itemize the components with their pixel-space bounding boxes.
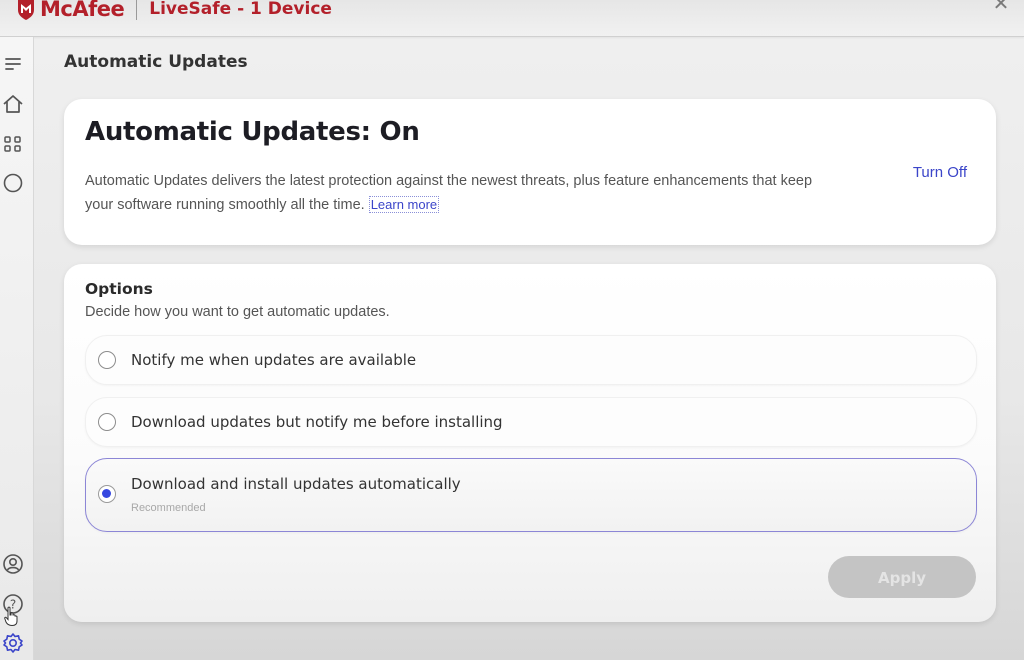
options-title: Options <box>85 280 153 298</box>
menu-icon <box>5 58 21 70</box>
option-download-notify[interactable]: Download updates but notify me before in… <box>85 397 977 447</box>
sidebar-item-settings[interactable] <box>2 632 24 654</box>
sidebar-item-apps[interactable] <box>2 133 24 155</box>
mcafee-shield-icon <box>18 0 34 20</box>
sidebar-item-account[interactable] <box>2 553 24 575</box>
option-label: Download updates but notify me before in… <box>131 413 503 431</box>
title-bar: McAfee LiveSafe - 1 Device ✕ <box>0 0 1024 37</box>
turn-off-button[interactable]: Turn Off <box>913 164 967 181</box>
gear-icon <box>3 633 23 653</box>
close-icon: ✕ <box>992 0 1010 15</box>
brand-name: McAfee <box>40 0 125 21</box>
sidebar-item-status[interactable] <box>2 172 24 194</box>
option-label: Notify me when updates are available <box>131 351 417 369</box>
status-circle-icon <box>3 173 23 193</box>
product-name: LiveSafe - 1 Device <box>149 0 332 19</box>
options-subtitle: Decide how you want to get automatic upd… <box>85 304 390 320</box>
options-card: Options Decide how you want to get autom… <box>64 264 996 622</box>
sidebar-item-home[interactable] <box>2 93 24 115</box>
radio-button-selected[interactable] <box>98 485 116 503</box>
sidebar: ? <box>0 37 34 660</box>
status-description: Automatic Updates delivers the latest pr… <box>85 169 825 217</box>
close-button[interactable]: ✕ <box>986 0 1016 14</box>
account-icon <box>3 554 23 574</box>
page-title: Automatic Updates <box>64 52 248 72</box>
radio-button[interactable] <box>98 351 116 369</box>
brand-divider <box>136 0 138 20</box>
learn-more-link[interactable]: Learn more <box>368 196 440 213</box>
apps-grid-icon <box>4 136 21 152</box>
sidebar-item-menu[interactable] <box>2 53 24 75</box>
home-icon <box>3 95 23 113</box>
apply-button[interactable]: Apply <box>828 556 976 598</box>
status-heading: Automatic Updates: On <box>85 117 420 147</box>
radio-button[interactable] <box>98 413 116 431</box>
status-description-text: Automatic Updates delivers the latest pr… <box>85 173 813 213</box>
option-auto-install[interactable]: Download and install updates automatical… <box>85 458 977 532</box>
hand-cursor-icon <box>4 606 18 626</box>
option-label: Download and install updates automatical… <box>131 475 461 493</box>
brand: McAfee LiveSafe - 1 Device <box>16 0 332 22</box>
minimize-button[interactable] <box>944 0 974 14</box>
recommended-note: Recommended <box>131 502 206 514</box>
option-notify-only[interactable]: Notify me when updates are available <box>85 335 977 385</box>
status-card: Automatic Updates: On Automatic Updates … <box>64 99 996 245</box>
